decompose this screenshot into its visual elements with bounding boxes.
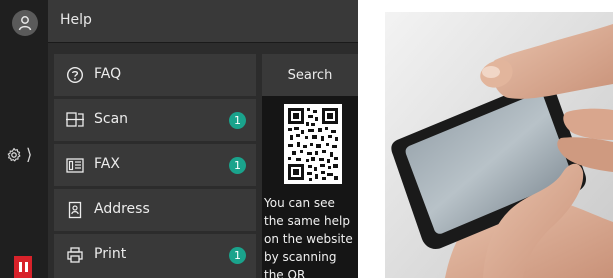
help-header: Help	[48, 0, 358, 43]
search-button[interactable]: Search	[262, 54, 358, 96]
menu-item-address[interactable]: Address	[54, 189, 256, 231]
menu-item-scan[interactable]: Scan 1	[54, 99, 256, 141]
notification-badge: 1	[229, 157, 246, 174]
menu-item-label: FAQ	[94, 66, 122, 82]
notification-badge: 1	[229, 112, 246, 129]
menu-item-fax[interactable]: FAX 1	[54, 144, 256, 186]
chevron-right-icon: ⟩	[26, 145, 33, 164]
question-circle-icon	[64, 64, 86, 86]
menu-item-print[interactable]: Print 1	[54, 234, 256, 278]
menu-item-label: FAX	[94, 156, 120, 172]
side-bar: ⟩	[0, 0, 48, 278]
scan-icon	[64, 109, 86, 131]
menu-item-faq[interactable]: FAQ	[54, 54, 256, 96]
help-menu-list: FAQ Scan 1 FAX 1 Address Print 1	[54, 54, 256, 278]
qr-code[interactable]	[284, 104, 342, 184]
fax-icon	[64, 154, 86, 176]
screenshot: ⟩ Help FAQ Scan 1 FAX 1 Address Print 1 …	[0, 0, 613, 278]
hands-holding-smartphone-photo	[385, 12, 613, 278]
user-button[interactable]	[12, 10, 38, 36]
print-icon	[64, 244, 86, 266]
address-book-icon	[64, 199, 86, 221]
device-control-panel: ⟩ Help FAQ Scan 1 FAX 1 Address Print 1 …	[0, 0, 358, 278]
gear-icon	[7, 147, 21, 162]
menu-item-label: Scan	[94, 111, 129, 127]
settings-button[interactable]: ⟩	[6, 144, 44, 166]
pause-button[interactable]	[14, 256, 32, 278]
user-icon	[18, 16, 32, 31]
notification-badge: 1	[229, 247, 246, 264]
pause-icon	[18, 262, 22, 272]
help-description-text: You can see the same help on the website…	[264, 196, 353, 278]
menu-item-label: Print	[94, 246, 127, 262]
page-title: Help	[60, 12, 92, 28]
menu-item-label: Address	[94, 201, 150, 217]
help-qr-panel: Search You can see the same help on the …	[262, 54, 358, 278]
